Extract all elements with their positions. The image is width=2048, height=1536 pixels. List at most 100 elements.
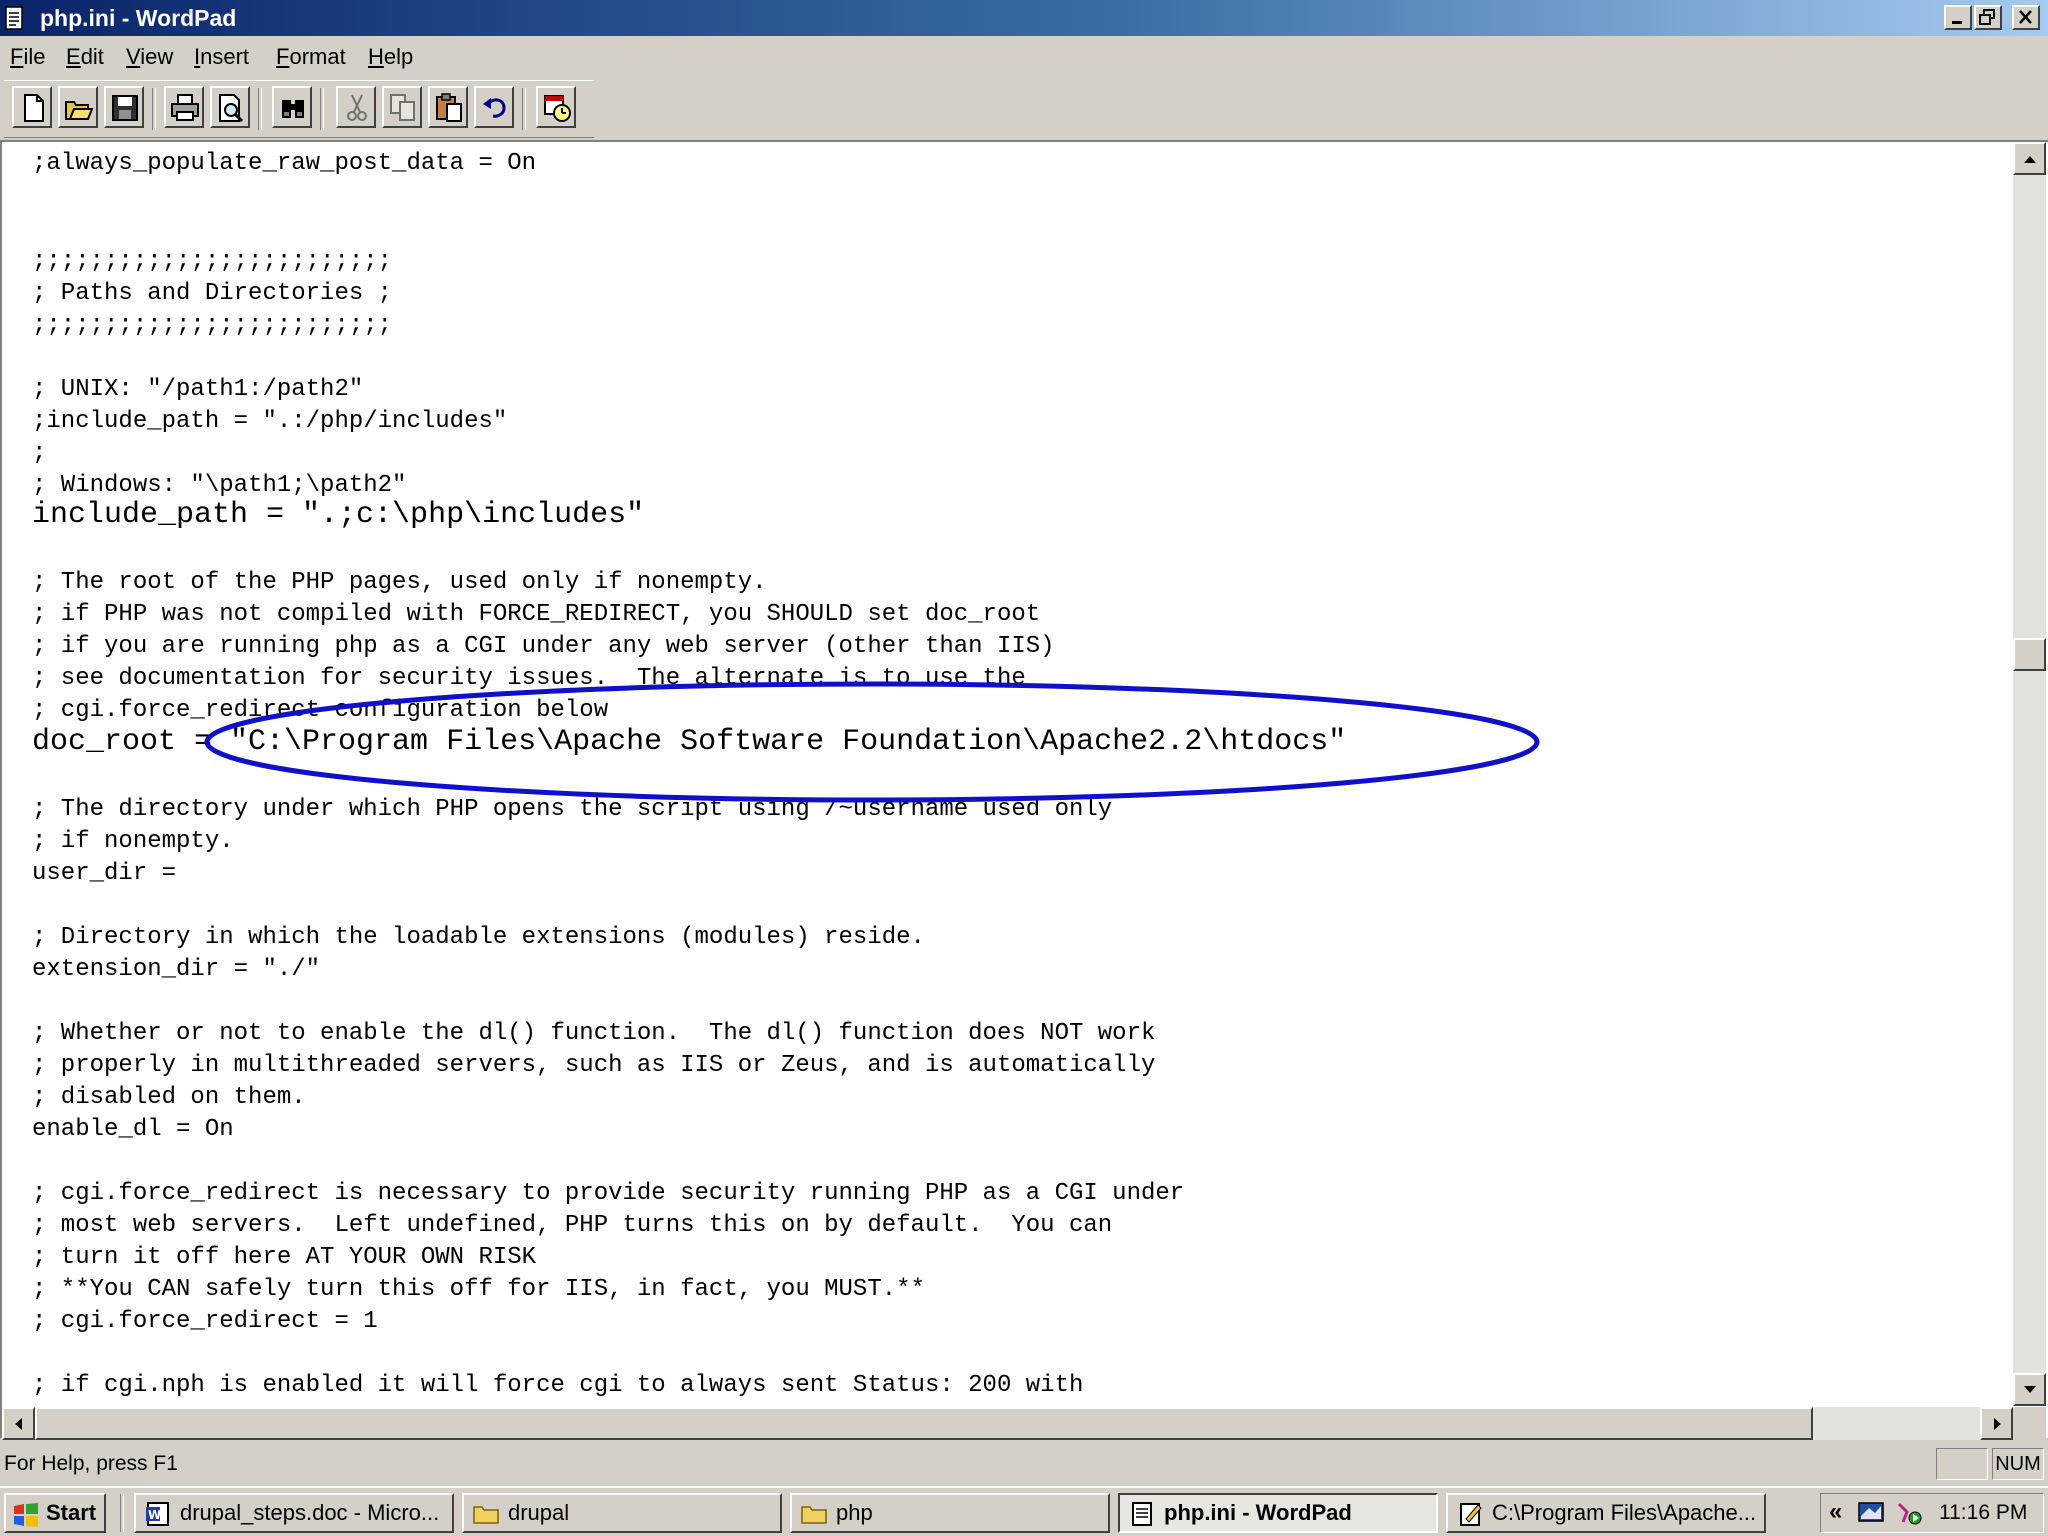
document-line: ; if PHP was not compiled with FORCE_RED… [32, 601, 1041, 628]
document-line: ; [32, 440, 47, 467]
document-line: enable_dl = On [32, 1116, 234, 1143]
folder-icon [801, 1506, 827, 1524]
task-label: drupal [508, 1500, 570, 1525]
scroll-right-button[interactable] [1980, 1407, 2013, 1440]
toolbar-separator [258, 88, 262, 130]
scroll-left-button[interactable] [2, 1407, 35, 1440]
start-button[interactable]: Start [4, 1493, 106, 1533]
task-wordpad[interactable]: php.ini - WordPad [1118, 1493, 1438, 1533]
tray-expand-icon[interactable]: « [1829, 1498, 1842, 1526]
close-icon [2019, 10, 2032, 24]
menu-format[interactable]: Format [276, 44, 346, 70]
system-tray: « 11:16 PM [1820, 1493, 2044, 1533]
taskbar: Start W drupal_steps.doc - Micro... drup… [0, 1486, 2048, 1536]
document-line: ; if cgi.nph is enabled it will force cg… [32, 1372, 1084, 1399]
minimize-icon [1952, 21, 1962, 24]
undo-button[interactable] [474, 86, 514, 128]
print-button[interactable] [164, 86, 204, 128]
document-line: ; The directory under which PHP opens th… [32, 796, 1113, 823]
copy-icon [390, 94, 415, 121]
clock: 11:16 PM [1939, 1501, 2028, 1524]
insert-date-time-icon [544, 95, 571, 122]
open-button[interactable] [58, 86, 98, 128]
copy-button[interactable] [382, 86, 422, 128]
menu-help[interactable]: Help [368, 44, 413, 70]
new-document-icon [24, 94, 44, 122]
document-line: ;always_populate_raw_post_data = On [32, 150, 537, 177]
restore-icon [1979, 9, 1995, 25]
save-icon [112, 95, 138, 121]
document-line: ; UNIX: "/path1:/path2" [32, 376, 364, 403]
print-icon [171, 94, 199, 121]
document-line: ; properly in multithreaded servers, suc… [32, 1052, 1156, 1079]
vertical-scrollbar[interactable] [2013, 142, 2046, 1406]
close-button[interactable] [2012, 5, 2040, 30]
document-line: ; cgi.force_redirect is necessary to pro… [32, 1180, 1185, 1207]
task-label: C:\Program Files\Apache... [1492, 1500, 1757, 1525]
task-label: php.ini - WordPad [1164, 1500, 1352, 1525]
document-line: ; Paths and Directories ; [32, 280, 393, 307]
vertical-scroll-thumb[interactable] [2013, 638, 2046, 671]
arrow-up-icon [2024, 156, 2036, 163]
document-line: ; see documentation for security issues.… [32, 665, 1026, 692]
horizontal-scroll-thumb[interactable] [35, 1407, 1813, 1440]
open-folder-icon [65, 101, 94, 120]
taskbar-separator [120, 1494, 124, 1532]
document-line: ;;;;;;;;;;;;;;;;;;;;;;;;; [32, 312, 393, 339]
document-line-include-path: include_path = ".;c:\php\includes" [32, 498, 645, 532]
menu-view[interactable]: View [126, 44, 173, 70]
menu-bar: File Edit View Insert Format Help [0, 38, 2048, 76]
title-bar[interactable]: php.ini - WordPad [0, 0, 2048, 36]
task-apache-notepad[interactable]: C:\Program Files\Apache... [1446, 1493, 1766, 1533]
task-drupal-steps[interactable]: W drupal_steps.doc - Micro... [134, 1493, 454, 1533]
minimize-button[interactable] [1944, 5, 1972, 30]
new-button[interactable] [12, 86, 52, 128]
document-line: user_dir = [32, 860, 177, 887]
document-line: ; if you are running php as a CGI under … [32, 633, 1055, 660]
document-line: ;;;;;;;;;;;;;;;;;;;;;;;;; [32, 248, 393, 275]
scroll-up-button[interactable] [2013, 142, 2046, 175]
document-line: ; Windows: "\path1;\path2" [32, 472, 407, 499]
find-icon [282, 100, 304, 118]
document-line: ; The root of the PHP pages, used only i… [32, 569, 767, 596]
svg-text:W: W [148, 1508, 161, 1522]
paste-icon [436, 93, 462, 122]
document-line: ; turn it off here AT YOUR OWN RISK [32, 1244, 537, 1271]
document-text-area[interactable]: ;always_populate_raw_post_data = On ;;;;… [2, 142, 2012, 1406]
arrow-left-icon [15, 1418, 22, 1430]
menu-file[interactable]: File [10, 44, 45, 70]
apache-monitor-icon[interactable] [1895, 1500, 1925, 1526]
status-pane-empty [1936, 1448, 1988, 1480]
scroll-down-button[interactable] [2013, 1373, 2046, 1406]
document-line: ; Directory in which the loadable extens… [32, 924, 925, 951]
insert-date-time-button[interactable] [536, 86, 576, 128]
undo-icon [483, 98, 506, 118]
horizontal-scrollbar[interactable] [2, 1407, 2013, 1440]
paste-button[interactable] [428, 86, 468, 128]
task-label: drupal_steps.doc - Micro... [180, 1500, 440, 1525]
cut-icon [347, 94, 367, 121]
document-line: ; if nonempty. [32, 828, 234, 855]
status-bar: For Help, press F1 NUM [0, 1444, 2048, 1484]
menu-edit[interactable]: Edit [66, 44, 104, 70]
document-line: extension_dir = "./" [32, 956, 321, 983]
wordpad-app-icon [5, 6, 23, 30]
print-preview-button[interactable] [210, 86, 250, 128]
toolbar-separator [522, 88, 526, 130]
save-button[interactable] [104, 86, 144, 128]
notepad-icon [1460, 1503, 1482, 1526]
scrollbar-corner [2013, 1407, 2046, 1440]
find-button[interactable] [272, 86, 312, 128]
windows-logo-icon [14, 1503, 38, 1527]
restore-button[interactable] [1974, 5, 2002, 30]
cut-button[interactable] [336, 86, 376, 128]
status-help-text: For Help, press F1 [4, 1452, 178, 1475]
document-line-doc-root: doc_root = "C:\Program Files\Apache Soft… [32, 725, 1347, 759]
document-line: ; most web servers. Left undefined, PHP … [32, 1212, 1113, 1239]
document-line: ; **You CAN safely turn this off for IIS… [32, 1276, 925, 1303]
display-tray-icon[interactable] [1857, 1500, 1887, 1526]
task-php-folder[interactable]: php [790, 1493, 1110, 1533]
menu-insert[interactable]: Insert [194, 44, 249, 70]
folder-icon [473, 1506, 499, 1524]
task-drupal-folder[interactable]: drupal [462, 1493, 782, 1533]
